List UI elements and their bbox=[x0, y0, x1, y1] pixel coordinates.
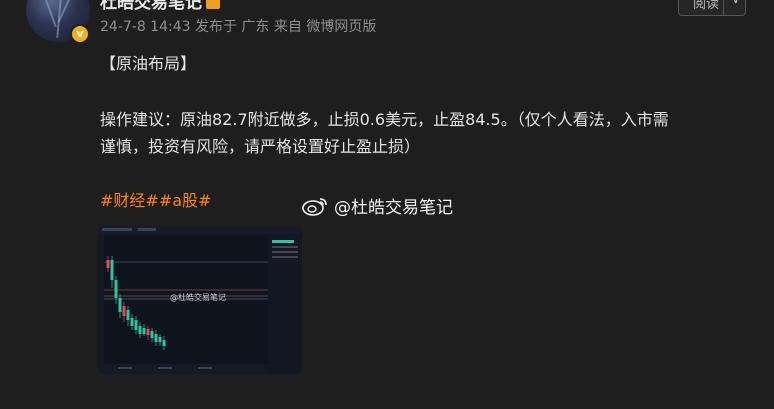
post-location: 发布于 广东 bbox=[194, 19, 270, 35]
author-name-text[interactable]: 杜皓交易笔记 bbox=[100, 0, 202, 13]
chevron-down-icon[interactable]: ∨ bbox=[731, 0, 741, 7]
read-button[interactable]: 阅读 ∨ bbox=[678, 0, 746, 16]
post-text-line-2: 谨慎，投资有风险，请严格设置好止盈止损） bbox=[100, 137, 421, 156]
post-timestamp[interactable]: 24-7-8 14:43 bbox=[100, 19, 191, 35]
author-name[interactable]: 杜皓交易笔记 bbox=[100, 0, 220, 13]
user-level-icon bbox=[206, 0, 220, 9]
weibo-logo-icon bbox=[302, 197, 327, 216]
watermark-text: @杜皓交易笔记 bbox=[334, 198, 453, 218]
post-source: 来自 微博网页版 bbox=[273, 19, 377, 35]
topic-tags[interactable]: #财经##a股# bbox=[100, 187, 211, 211]
weibo-watermark: @杜皓交易笔记 bbox=[302, 193, 453, 218]
post-title: 【原油布局】 bbox=[100, 54, 197, 73]
read-button-label: 阅读 bbox=[693, 0, 720, 12]
post-image[interactable]: @杜皓交易笔记 bbox=[98, 226, 302, 374]
post-meta: 24-7-8 14:43 发布于 广东 来自 微博网页版 bbox=[100, 16, 376, 36]
divider bbox=[723, 0, 724, 15]
post-text-line-1: 操作建议：原油82.7附近做多，止损0.6美元，止盈84.5。（仅个人看法，入市… bbox=[100, 110, 669, 129]
image-watermark: @杜皓交易笔记 bbox=[170, 293, 226, 302]
verified-icon: v bbox=[70, 24, 90, 44]
